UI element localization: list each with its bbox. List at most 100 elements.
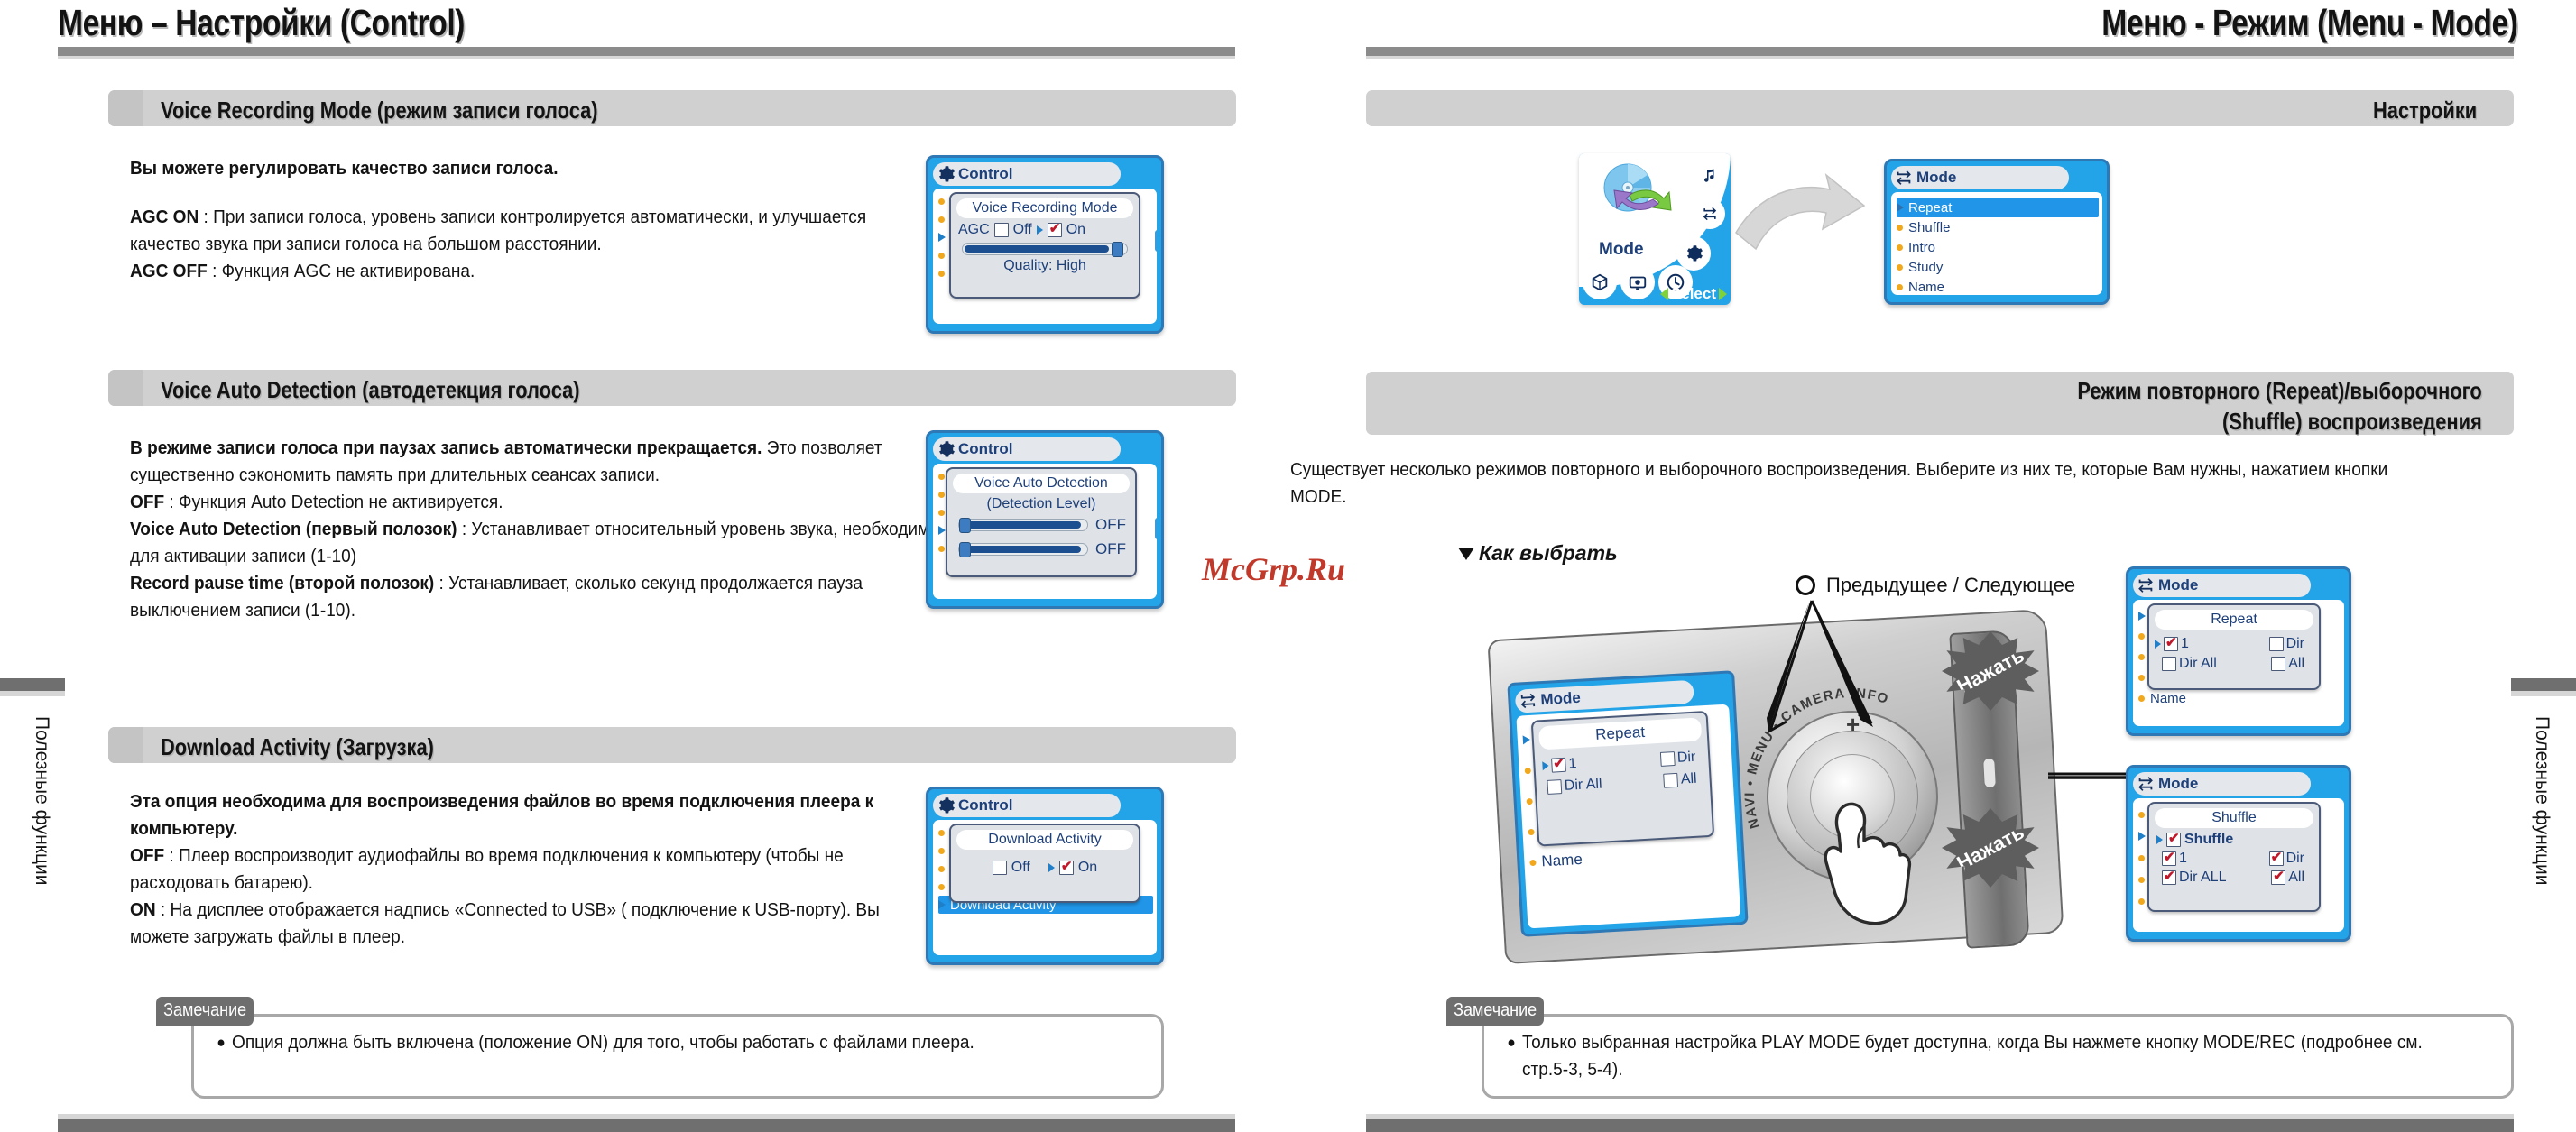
title-rule-right [1366, 47, 2514, 59]
bullet-dot-icon [938, 509, 945, 516]
note-text-left: ● Опция должна быть включена (положение … [217, 1029, 1083, 1056]
list-item-label: Repeat [1908, 199, 1953, 216]
checkbox[interactable] [1547, 779, 1563, 795]
option-1[interactable]: 1 [1542, 756, 1577, 774]
triangle-down-icon [1458, 548, 1474, 560]
checkbox[interactable] [1551, 757, 1566, 773]
option-label: Dir [1676, 749, 1696, 766]
gear-icon [936, 164, 956, 184]
checkbox[interactable] [2271, 657, 2286, 671]
gear-icon [936, 796, 956, 815]
checkbox-on[interactable] [1058, 858, 1074, 875]
cursor-arrow-icon [938, 233, 946, 242]
list-item-name[interactable]: Name [1897, 277, 2099, 295]
bullet-dot-icon [938, 270, 945, 277]
music-note-icon[interactable] [1694, 161, 1725, 191]
list-item-intro[interactable]: Intro [1897, 237, 2099, 257]
side-tab-label-left: Полезные функции [32, 716, 52, 886]
checkbox[interactable] [2166, 830, 2181, 847]
checkbox[interactable] [2162, 657, 2176, 671]
lcd-header-label: Mode [2158, 576, 2199, 594]
checkbox[interactable] [1663, 772, 1679, 788]
paragraph-download-activity: Эта опция необходима для воспроизведения… [130, 788, 910, 951]
paragraph-voice-auto-detection: В режиме записи голоса при паузах запись… [130, 435, 977, 624]
repeat-icon[interactable] [1694, 198, 1725, 229]
option-dir[interactable]: Dir [1659, 749, 1696, 768]
list-item[interactable]: Name [2138, 688, 2341, 709]
bullet-icon: ● [217, 1034, 226, 1051]
option-dir[interactable]: Dir [2268, 849, 2304, 867]
off-label: Off [1011, 860, 1030, 875]
lcd-screen-repeat-panel: Mode Name Repeat ✔ 1 Dir Dir All All [2126, 566, 2351, 736]
option-label: 1 [2179, 851, 2187, 866]
side-tab-bar-light [2511, 691, 2576, 696]
select-indicator[interactable]: Select [1659, 285, 1727, 303]
detection-slider-2[interactable] [958, 542, 1088, 557]
list-item-study[interactable]: Study [1897, 257, 2099, 277]
option-label: Shuffle [2184, 832, 2234, 847]
bullet-dot-icon [1526, 797, 1533, 805]
checkbox[interactable] [1659, 751, 1676, 767]
lcd-header-label: Control [958, 796, 1013, 814]
option-all[interactable]: All [2271, 868, 2304, 886]
checkbox-off[interactable] [993, 223, 1009, 237]
lcd-header: Mode [2133, 574, 2344, 597]
option-dir[interactable]: Dir [2268, 636, 2304, 652]
note-box-left: Замечание ● Опция должна быть включена (… [156, 997, 1164, 1099]
box-icon[interactable] [1583, 265, 1617, 299]
bullet-dot-icon [2138, 876, 2145, 883]
quality-slider[interactable] [962, 242, 1128, 257]
option-1[interactable]: 1 [2162, 849, 2187, 867]
option-label: 1 [2181, 636, 2189, 651]
slider-knob[interactable] [1112, 242, 1123, 257]
camera-icon[interactable] [1620, 265, 1655, 299]
page-title-right: Меню - Режим (Menu - Mode) [2101, 2, 2519, 43]
checkbox[interactable] [2164, 634, 2178, 651]
bullet-dot-icon [1897, 224, 1903, 231]
howto-label: Как выбрать [1458, 541, 1618, 566]
checkbox[interactable] [2268, 637, 2284, 651]
heading-line-2: (Shuffle) воспроизведения [2222, 408, 2482, 435]
bullet-dot-icon [2138, 654, 2145, 660]
checkbox-on[interactable] [1047, 220, 1062, 237]
option-dir-all[interactable]: Dir All [1547, 777, 1602, 796]
left-arrow-icon [1659, 288, 1668, 300]
scroll-indicator [1155, 518, 1157, 539]
bullet-dot-icon [938, 883, 945, 890]
howto-text: Как выбрать [1479, 541, 1618, 565]
section-heading-voice-auto-detection: Voice Auto Detection (автодетекция голос… [161, 376, 580, 403]
list-item-shuffle[interactable]: Shuffle [1897, 217, 2099, 237]
side-button[interactable] [1982, 757, 1997, 789]
cursor-arrow-icon [2156, 835, 2163, 844]
bullet-dot-icon [1897, 244, 1903, 251]
para-line: OFF : Плеер воспроизводит аудиофайлы во … [130, 845, 880, 947]
checkbox[interactable] [2162, 849, 2176, 866]
section-bar-cap [108, 90, 143, 126]
checkbox[interactable] [2271, 868, 2286, 885]
lcd-header: Control [933, 437, 1157, 461]
checkbox[interactable] [2162, 868, 2176, 885]
option-all[interactable]: All [1663, 771, 1697, 789]
checkbox[interactable] [2268, 849, 2284, 866]
lcd-body: Voice Auto Detection Download Activity D… [933, 820, 1157, 955]
slider-knob[interactable] [959, 542, 971, 557]
cursor-arrow-icon [938, 526, 946, 535]
cursor-arrow-icon [1897, 203, 1904, 212]
detection-slider-1[interactable] [958, 518, 1088, 533]
list-item-label: Name [1908, 279, 1945, 295]
para-line: В режиме записи голоса при паузах запись… [130, 437, 952, 621]
popup-shuffle: Shuffle Shuffle 1 Dir [2147, 802, 2321, 912]
lcd-screen-voice-auto-detection: Control Download Activity Voice Auto Det… [926, 430, 1164, 609]
gear-icon [936, 439, 956, 459]
option-all[interactable]: All [2271, 656, 2304, 672]
slider-knob[interactable] [959, 518, 971, 533]
option-dir-all[interactable]: Dir ALL [2162, 868, 2226, 886]
option-1[interactable]: 1 [2155, 634, 2189, 652]
option-shuffle-head[interactable]: Shuffle [2149, 830, 2319, 849]
list-item-repeat[interactable]: Repeat [1897, 198, 2099, 217]
checkbox-off[interactable] [992, 861, 1007, 875]
bullet-dot-icon [1897, 283, 1903, 290]
bullet-dot-icon [1529, 859, 1537, 866]
lcd-body: Shuffle Shuffle 1 Dir [2133, 798, 2344, 932]
option-dir-all[interactable]: Dir All [2162, 656, 2217, 672]
